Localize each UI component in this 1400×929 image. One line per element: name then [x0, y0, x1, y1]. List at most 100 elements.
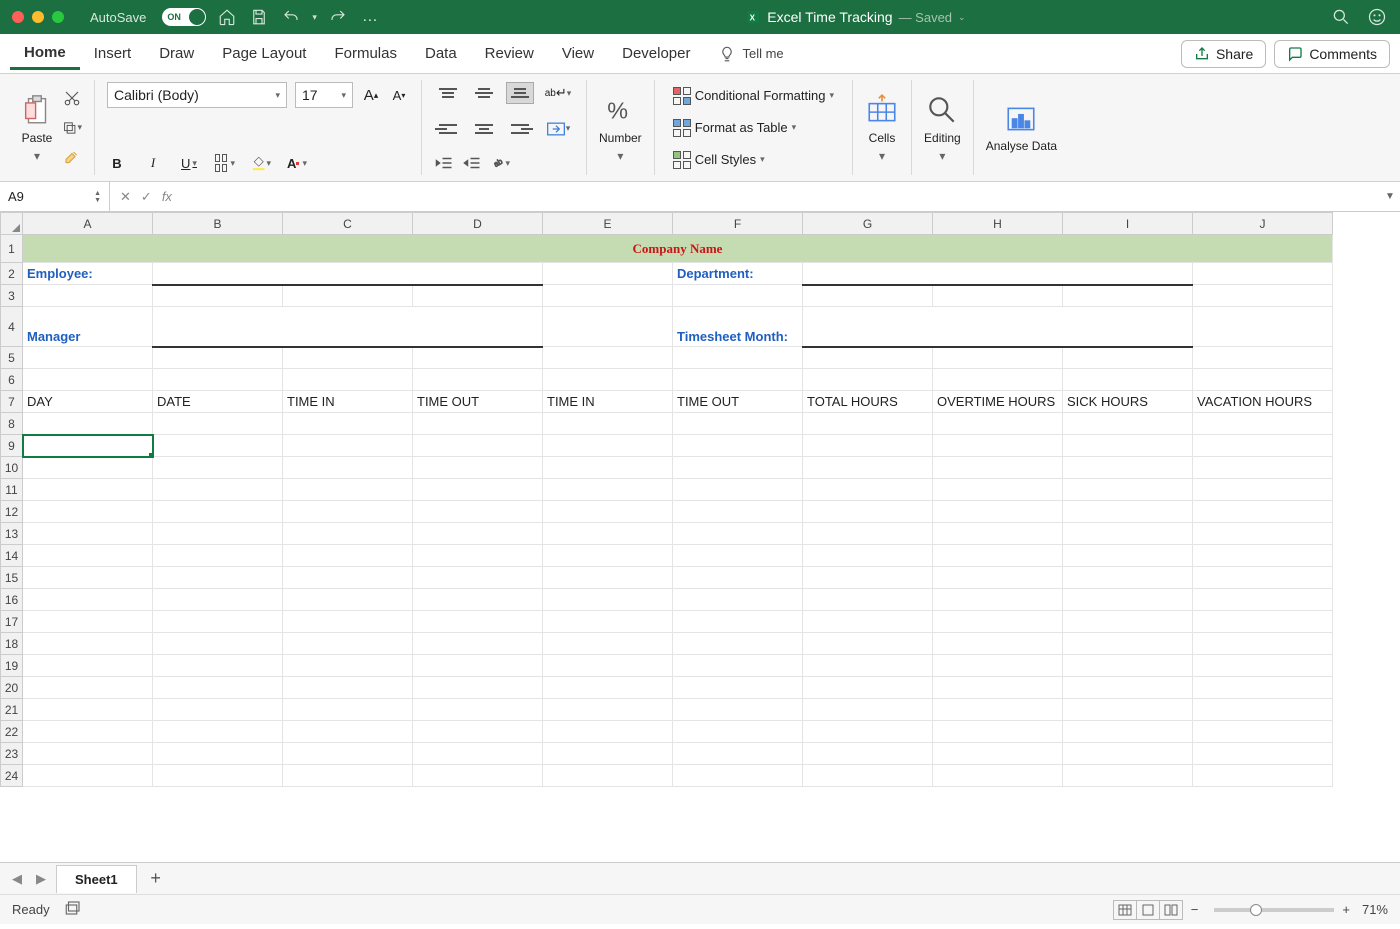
manager-input-cell[interactable] [153, 307, 543, 347]
zoom-in-button[interactable]: + [1342, 902, 1350, 917]
cell[interactable] [1063, 285, 1193, 307]
tab-formulas[interactable]: Formulas [320, 39, 411, 68]
cell[interactable] [1063, 765, 1193, 787]
cut-button[interactable] [62, 88, 82, 108]
cell[interactable] [23, 457, 153, 479]
cell[interactable] [1063, 413, 1193, 435]
cell[interactable] [283, 285, 413, 307]
border-button[interactable]: ▾ [215, 153, 235, 173]
cell[interactable] [933, 721, 1063, 743]
decrease-indent-button[interactable] [434, 153, 454, 173]
cell[interactable] [413, 545, 543, 567]
cell[interactable] [803, 765, 933, 787]
cell[interactable] [283, 413, 413, 435]
column-header-cell[interactable]: TIME OUT [673, 391, 803, 413]
cell[interactable] [1063, 523, 1193, 545]
font-size-select[interactable]: 17▾ [295, 82, 353, 108]
cell[interactable] [283, 633, 413, 655]
cell[interactable] [673, 285, 803, 307]
cell[interactable] [543, 457, 673, 479]
cell[interactable] [153, 347, 283, 369]
cell[interactable] [23, 721, 153, 743]
undo-dropdown[interactable]: ▾ [312, 12, 317, 23]
department-label-cell[interactable]: Department: [673, 263, 803, 285]
cell[interactable] [803, 435, 933, 457]
cell[interactable] [673, 369, 803, 391]
wrap-text-button[interactable]: ab↵▾ [542, 83, 574, 103]
view-page-break-button[interactable] [1159, 900, 1183, 920]
cell[interactable] [543, 655, 673, 677]
cell[interactable] [543, 743, 673, 765]
analyse-data-button[interactable]: Analyse Data [986, 102, 1057, 153]
add-sheet-button[interactable]: + [143, 866, 169, 892]
cell[interactable] [413, 611, 543, 633]
cell[interactable] [803, 567, 933, 589]
cell[interactable] [803, 699, 933, 721]
cell[interactable] [283, 677, 413, 699]
cell[interactable] [803, 457, 933, 479]
cell[interactable] [543, 765, 673, 787]
cell[interactable] [153, 655, 283, 677]
cell[interactable] [933, 699, 1063, 721]
cell[interactable] [413, 501, 543, 523]
col-header[interactable]: I [1063, 213, 1193, 235]
cell[interactable] [283, 545, 413, 567]
font-color-button[interactable]: A▾ [287, 153, 307, 173]
column-header-cell[interactable]: TOTAL HOURS [803, 391, 933, 413]
cell[interactable] [283, 589, 413, 611]
cell[interactable] [153, 721, 283, 743]
tab-developer[interactable]: Developer [608, 39, 704, 68]
cell[interactable] [153, 765, 283, 787]
cell[interactable] [283, 743, 413, 765]
cell[interactable] [1063, 633, 1193, 655]
sheet-tab[interactable]: Sheet1 [56, 865, 137, 893]
cell[interactable] [673, 743, 803, 765]
editing-button[interactable]: Editing ▾ [924, 93, 961, 163]
cell[interactable] [803, 721, 933, 743]
cell[interactable] [1063, 501, 1193, 523]
cell[interactable] [543, 633, 673, 655]
cell-styles-button[interactable]: Cell Styles▾ [667, 148, 840, 172]
row-header[interactable]: 11 [1, 479, 23, 501]
row-header[interactable]: 8 [1, 413, 23, 435]
cell[interactable] [153, 523, 283, 545]
cell[interactable] [23, 413, 153, 435]
cell[interactable] [803, 523, 933, 545]
col-header[interactable]: A [23, 213, 153, 235]
more-icon[interactable]: … [359, 6, 381, 28]
cell[interactable] [543, 501, 673, 523]
cell[interactable] [543, 589, 673, 611]
col-header[interactable]: F [673, 213, 803, 235]
cell[interactable] [413, 567, 543, 589]
row-header[interactable]: 7 [1, 391, 23, 413]
cell[interactable] [1063, 743, 1193, 765]
cell[interactable] [23, 479, 153, 501]
cell[interactable] [23, 677, 153, 699]
cell[interactable] [673, 721, 803, 743]
row-header[interactable]: 3 [1, 285, 23, 307]
cell[interactable] [23, 611, 153, 633]
format-painter-button[interactable] [62, 148, 82, 168]
cell[interactable] [23, 589, 153, 611]
share-button[interactable]: Share [1181, 40, 1266, 68]
name-box-spinner[interactable]: ▲▼ [94, 190, 101, 204]
cell[interactable] [23, 633, 153, 655]
cell[interactable] [933, 479, 1063, 501]
cell[interactable] [1193, 263, 1333, 285]
cell[interactable] [23, 347, 153, 369]
undo-icon[interactable] [280, 6, 302, 28]
cell[interactable] [543, 567, 673, 589]
col-header[interactable]: C [283, 213, 413, 235]
cell[interactable] [23, 523, 153, 545]
row-header[interactable]: 10 [1, 457, 23, 479]
cell[interactable] [413, 633, 543, 655]
manager-label-cell[interactable]: Manager [23, 307, 153, 347]
cell[interactable] [413, 457, 543, 479]
cell[interactable] [413, 523, 543, 545]
cell[interactable] [933, 743, 1063, 765]
cell[interactable] [283, 435, 413, 457]
view-normal-button[interactable] [1113, 900, 1137, 920]
close-window[interactable] [12, 11, 24, 23]
cell[interactable] [1193, 743, 1333, 765]
column-header-cell[interactable]: OVERTIME HOURS [933, 391, 1063, 413]
